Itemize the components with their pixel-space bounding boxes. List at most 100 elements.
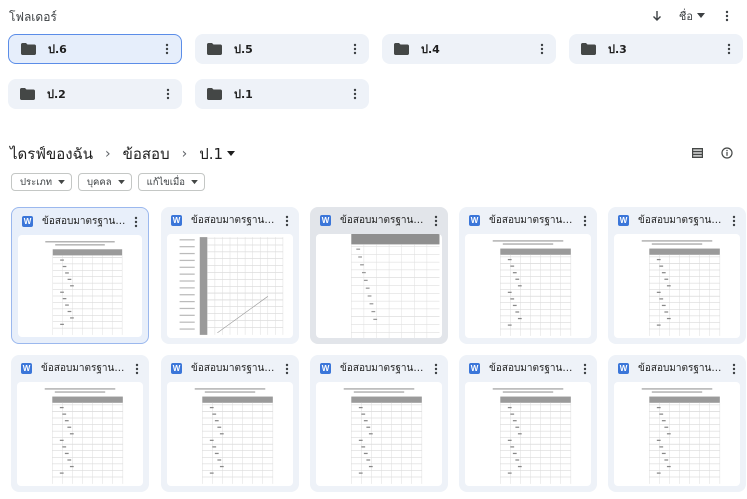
folder-more-icon[interactable]: [349, 86, 361, 102]
breadcrumb-current[interactable]: ป.1: [199, 142, 236, 166]
file-card[interactable]: W ข้อสอบมาตรฐานชั้นปี...: [310, 355, 448, 492]
folder-tile[interactable]: ป.5: [195, 34, 369, 64]
folder-icon: [21, 43, 36, 55]
filter-label: บุคคล: [87, 176, 112, 188]
folder-more-icon[interactable]: [723, 41, 735, 57]
filter-chips: ประเภท บุคคล แก้ไขเมื่อ: [11, 173, 205, 191]
caret-down-icon: [58, 179, 65, 184]
file-more-icon[interactable]: [131, 361, 143, 377]
file-card-header: W ข้อสอบมาตรฐานชั้นปี...: [161, 207, 299, 234]
file-card-header: W ข้อสอบมาตรฐานชั้นปี...: [459, 207, 597, 234]
file-thumbnail: [614, 234, 740, 338]
file-more-icon[interactable]: [130, 214, 142, 230]
folder-tile[interactable]: ป.3: [569, 34, 743, 64]
word-doc-icon: W: [469, 215, 480, 226]
sort-direction-down-icon[interactable]: [649, 8, 665, 24]
file-name: ข้อสอบมาตรฐานชั้นปี...: [191, 363, 281, 374]
file-card[interactable]: W ข้อสอบมาตรฐานชั้นปี...: [161, 207, 299, 344]
word-doc-icon: W: [320, 215, 331, 226]
folder-more-icon[interactable]: [536, 41, 548, 57]
word-doc-icon: W: [21, 363, 32, 374]
file-card-header: W ข้อสอบมาตรฐานชั้นปี...: [608, 355, 746, 382]
caret-down-icon: [191, 179, 198, 184]
file-name: ข้อสอบมาตรฐานชั้นปี...: [638, 363, 728, 374]
file-card-header: W ข้อสอบมาตรฐานชั้นปี...: [310, 355, 448, 382]
file-thumbnail: [17, 382, 143, 486]
file-thumbnail: [167, 234, 293, 338]
filter-label: แก้ไขเมื่อ: [146, 176, 185, 188]
file-more-icon[interactable]: [281, 213, 293, 229]
word-doc-icon: W: [469, 363, 480, 374]
file-card-header: W ข้อสอบมาตรฐานชั้นปี...: [12, 208, 148, 235]
file-name: ข้อสอบมาตรฐานชั้นปี...: [41, 363, 131, 374]
filter-type-chip[interactable]: ประเภท: [11, 173, 73, 191]
file-name: ข้อสอบมาตรฐานชั้นปี...: [42, 216, 130, 227]
breadcrumb-parent[interactable]: ข้อสอบ: [123, 142, 170, 166]
word-doc-icon: W: [22, 216, 33, 227]
folder-tile[interactable]: ป.6: [8, 34, 182, 64]
file-thumbnail: [614, 382, 740, 486]
file-name: ข้อสอบมาตรฐานชั้นปี...: [340, 363, 430, 374]
breadcrumb-root[interactable]: ไดรฟ์ของฉัน: [10, 142, 93, 166]
folder-icon: [394, 43, 409, 55]
info-icon[interactable]: [719, 145, 735, 161]
folder-tile[interactable]: ป.1: [195, 79, 369, 109]
file-card[interactable]: W ข้อสอบมาตรฐานชั้นปี...: [11, 207, 149, 344]
folder-tile[interactable]: ป.2: [8, 79, 182, 109]
word-doc-icon: W: [171, 363, 182, 374]
file-more-icon[interactable]: [579, 361, 591, 377]
folders-toolbar: ชื่อ: [649, 5, 735, 27]
sort-by-name-button[interactable]: ชื่อ: [675, 5, 709, 27]
file-more-icon[interactable]: [281, 361, 293, 377]
file-more-icon[interactable]: [579, 213, 591, 229]
folder-icon: [20, 88, 35, 100]
folder-icon: [207, 43, 222, 55]
more-options-icon[interactable]: [719, 8, 735, 24]
file-card-header: W ข้อสอบมาตรฐานชั้นปี...: [608, 207, 746, 234]
file-name: ข้อสอบมาตรฐานชั้นปี...: [638, 215, 728, 226]
folder-name: ป.2: [47, 88, 66, 101]
file-card[interactable]: W ข้อสอบมาตรฐานชั้นปี...: [608, 355, 746, 492]
file-card-header: W ข้อสอบมาตรฐานชั้นปี...: [459, 355, 597, 382]
folder-tile[interactable]: ป.4: [382, 34, 556, 64]
file-card[interactable]: W ข้อสอบมาตรฐานชั้นปี...: [608, 207, 746, 344]
file-card[interactable]: W ข้อสอบมาตรฐานชั้นปี...: [459, 207, 597, 344]
folder-more-icon[interactable]: [161, 41, 173, 57]
sort-label: ชื่อ: [678, 10, 693, 23]
filter-people-chip[interactable]: บุคคล: [78, 173, 132, 191]
file-card[interactable]: W ข้อสอบมาตรฐานชั้นปี...: [161, 355, 299, 492]
file-thumbnail: [167, 382, 293, 486]
folder-icon: [207, 88, 222, 100]
file-card-header: W ข้อสอบมาตรฐานชั้นปี...: [11, 355, 149, 382]
folder-name: ป.4: [421, 43, 440, 56]
filter-label: ประเภท: [20, 176, 53, 188]
file-card-header: W ข้อสอบมาตรฐานชั้นปี...: [161, 355, 299, 382]
chevron-right-icon: ›: [105, 146, 111, 162]
folder-name: ป.3: [608, 43, 627, 56]
file-more-icon[interactable]: [430, 361, 442, 377]
file-more-icon[interactable]: [430, 213, 442, 229]
list-view-icon[interactable]: [689, 145, 705, 161]
folder-name: ป.1: [234, 88, 253, 101]
file-thumbnail: [316, 382, 442, 486]
filter-modified-chip[interactable]: แก้ไขเมื่อ: [137, 173, 205, 191]
file-name: ข้อสอบมาตรฐานชั้นปี...: [191, 215, 281, 226]
folder-more-icon[interactable]: [162, 86, 174, 102]
caret-down-icon: [227, 151, 236, 156]
chevron-right-icon: ›: [181, 146, 188, 162]
file-card[interactable]: W ข้อสอบมาตรฐานชั้นปี...: [459, 355, 597, 492]
breadcrumb-current-label: ป.1: [199, 145, 224, 163]
file-card[interactable]: W ข้อสอบมาตรฐานชั้นปี...: [310, 207, 448, 344]
folder-more-icon[interactable]: [349, 41, 361, 57]
file-card[interactable]: W ข้อสอบมาตรฐานชั้นปี...: [11, 355, 149, 492]
folder-name: ป.5: [234, 43, 253, 56]
caret-down-icon: [697, 13, 705, 18]
file-more-icon[interactable]: [728, 361, 740, 377]
folders-section-title: โฟลเดอร์: [9, 10, 57, 24]
file-thumbnail: [18, 235, 142, 337]
file-name: ข้อสอบมาตรฐานชั้นปี...: [489, 215, 579, 226]
file-name: ข้อสอบมาตรฐานชั้นปี...: [340, 215, 430, 226]
file-more-icon[interactable]: [728, 213, 740, 229]
file-thumbnail: [465, 234, 591, 338]
word-doc-icon: W: [320, 363, 331, 374]
